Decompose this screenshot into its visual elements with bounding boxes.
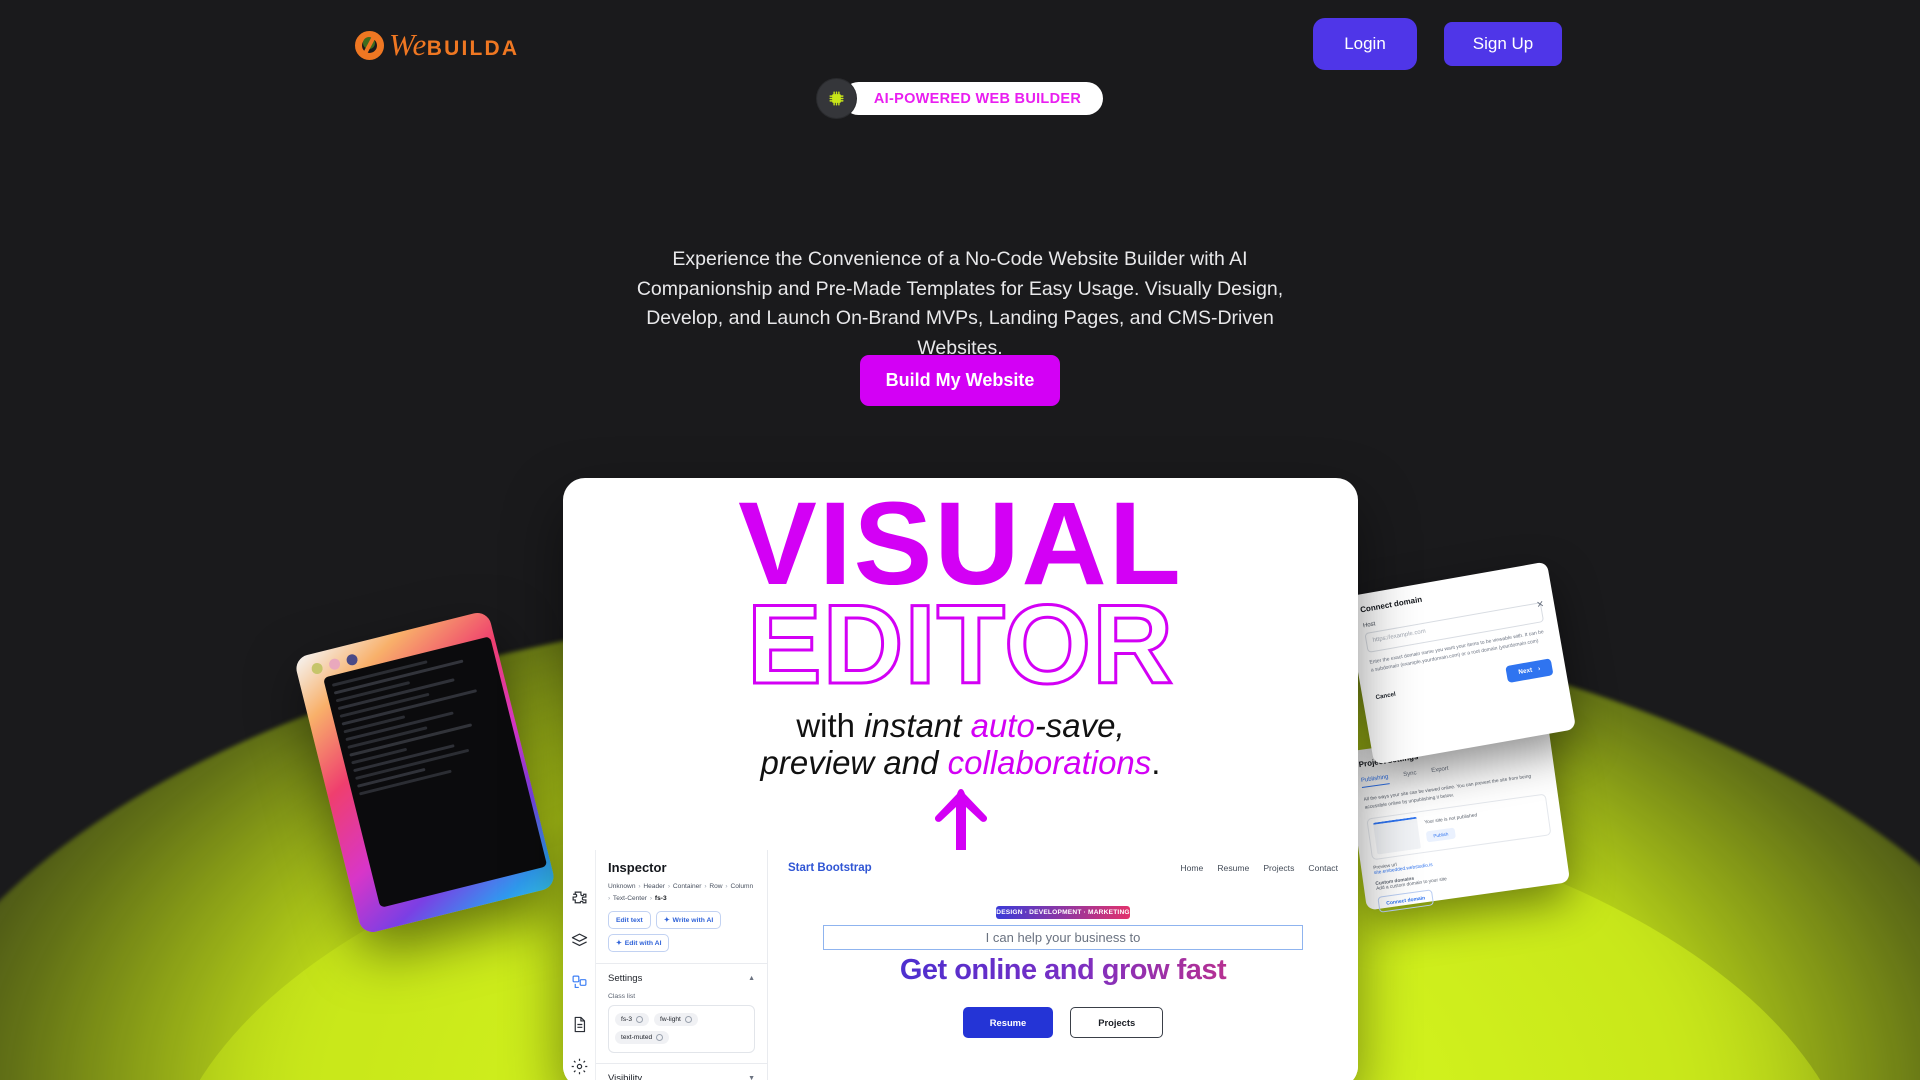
breadcrumb: Unknown › Header › Container › Row › Col… [608, 883, 754, 902]
edit-text-button[interactable]: Edit text [608, 911, 651, 930]
hero-description: Experience the Convenience of a No-Code … [636, 248, 1284, 359]
next-button-label: Next [1517, 666, 1533, 676]
site-header: We BUILDA Login Sign Up [0, 0, 1920, 94]
tagline-with: with [796, 706, 865, 744]
layers-icon[interactable] [571, 932, 588, 949]
canvas-selected-text[interactable]: I can help your business to [823, 925, 1303, 950]
brand-wordmark: We BUILDA [389, 27, 519, 63]
site-thumbnail [1373, 816, 1422, 855]
canvas-nav-links: Home Resume Projects Contact [1180, 863, 1338, 873]
signup-button[interactable]: Sign Up [1444, 22, 1562, 66]
breadcrumb-item-text-center[interactable]: Text-Center [613, 895, 647, 902]
class-chip[interactable]: fw-light [654, 1013, 698, 1027]
publish-button[interactable]: Publish [1425, 827, 1457, 843]
puzzle-icon[interactable] [571, 890, 588, 907]
inspector-actions: Edit text ✦ Write with AI ✦ Edit with AI [608, 911, 755, 953]
canvas-navbar: Start Bootstrap Home Resume Projects Con… [788, 862, 1338, 874]
tagline-instant: instant [864, 706, 971, 744]
class-chip-label: text-muted [621, 1034, 653, 1042]
visibility-label: Visibility [608, 1073, 643, 1080]
settings-label: Settings [608, 973, 643, 985]
remove-icon[interactable] [636, 1016, 643, 1024]
tab-publishing[interactable]: Publishing [1360, 774, 1390, 789]
close-icon[interactable]: ✕ [1536, 599, 1545, 611]
brand-name-script: We [389, 27, 427, 62]
canvas-nav-home[interactable]: Home [1180, 863, 1203, 873]
breadcrumb-item-fs3[interactable]: fs-3 [655, 895, 667, 902]
breadcrumb-item-container[interactable]: Container [673, 883, 702, 890]
cancel-button[interactable]: Cancel [1375, 690, 1396, 700]
brand-name-bold: BUILDA [426, 37, 520, 60]
editor-mock: Inspector Unknown › Header › Container ›… [563, 850, 1358, 1080]
breadcrumb-item-unknown[interactable]: Unknown [608, 883, 636, 890]
canvas-nav-contact[interactable]: Contact [1308, 863, 1338, 873]
tagline-preview-and: preview and [760, 743, 948, 781]
showcase-title-outline: EDITOR [745, 581, 1175, 707]
canvas-buttons: Resume Projects [788, 1007, 1338, 1038]
tagline-save: -save, [1034, 706, 1125, 744]
showcase-tagline: with instant auto-save, preview and coll… [563, 706, 1358, 782]
class-list-label: Class list [608, 993, 636, 1001]
editor-icon-sidebar [563, 850, 596, 1080]
remove-icon[interactable] [656, 1034, 664, 1042]
class-chip-label: fw-light [660, 1016, 681, 1024]
chevron-up-icon: ▲ [748, 975, 755, 983]
write-with-ai-label: Write with AI [672, 916, 714, 924]
settings-section-header[interactable]: Settings ▲ [596, 963, 767, 993]
edit-with-ai-button[interactable]: ✦ Edit with AI [608, 934, 670, 953]
class-chip[interactable]: fs-3 [615, 1013, 649, 1027]
login-button[interactable]: Login [1313, 18, 1417, 70]
tab-export[interactable]: Export [1431, 766, 1450, 778]
chevron-right-icon: › [1537, 664, 1541, 673]
inspector-panel: Inspector Unknown › Header › Container ›… [596, 850, 768, 1080]
next-button[interactable]: Next › [1505, 657, 1554, 683]
tagline-collaborations: collaborations [947, 743, 1152, 781]
sparkles-icon: ✦ [616, 940, 622, 948]
sparkles-icon: ✦ [663, 917, 670, 925]
canvas-brand[interactable]: Start Bootstrap [788, 862, 872, 874]
header-actions: Login Sign Up [1313, 18, 1562, 70]
edit-text-label: Edit text [616, 916, 643, 924]
tagline-period: . [1151, 743, 1161, 781]
canvas-projects-button[interactable]: Projects [1070, 1007, 1164, 1038]
class-chip[interactable]: text-muted [615, 1031, 670, 1045]
logo-ring-icon [355, 30, 384, 60]
canvas-nav-resume[interactable]: Resume [1217, 863, 1249, 873]
canvas-nav-projects[interactable]: Projects [1263, 863, 1294, 873]
showcase-card: VISUAL EDITOR with instant auto-save, pr… [563, 478, 1358, 1080]
breadcrumb-item-header[interactable]: Header [643, 883, 665, 890]
edit-with-ai-label: Edit with AI [624, 939, 662, 947]
visibility-section-header[interactable]: Visibility ▼ [596, 1063, 767, 1080]
hero-cta-container: Build My Website [0, 355, 1920, 406]
connect-domain-card: Connect domain Host https://example.com … [1344, 561, 1577, 765]
gear-icon[interactable] [571, 1058, 588, 1075]
traffic-light-pink-icon [327, 656, 342, 671]
blocks-icon[interactable] [571, 974, 588, 991]
class-list-box[interactable]: fs-3 fw-light text-muted [608, 1005, 755, 1054]
remove-icon[interactable] [684, 1016, 692, 1024]
canvas-eyebrow-badge: DESIGN · DEVELOPMENT · MARKETING [996, 906, 1130, 919]
breadcrumb-item-row[interactable]: Row [709, 883, 722, 890]
canvas-resume-button[interactable]: Resume [962, 1007, 1054, 1038]
breadcrumb-item-column[interactable]: Column [730, 883, 753, 890]
tab-sync[interactable]: Sync [1403, 770, 1418, 782]
class-chip-label: fs-3 [621, 1016, 632, 1024]
hero-description-container: Experience the Convenience of a No-Code … [0, 245, 1920, 364]
chevron-down-icon: ▼ [748, 1075, 755, 1080]
traffic-light-yellow-icon [310, 661, 324, 675]
write-with-ai-button[interactable]: ✦ Write with AI [655, 911, 722, 930]
build-my-website-button[interactable]: Build My Website [860, 355, 1060, 406]
canvas-heading: Get online and grow fast [788, 954, 1338, 987]
tagline-auto: auto [970, 706, 1035, 744]
inspector-title: Inspector [608, 860, 667, 875]
traffic-light-purple-icon [345, 652, 359, 666]
canvas-preview: Start Bootstrap Home Resume Projects Con… [768, 850, 1358, 1080]
page-icon[interactable] [571, 1016, 588, 1033]
brand-logo[interactable]: We BUILDA [355, 27, 519, 63]
publish-status: Your site is not published [1424, 813, 1478, 826]
